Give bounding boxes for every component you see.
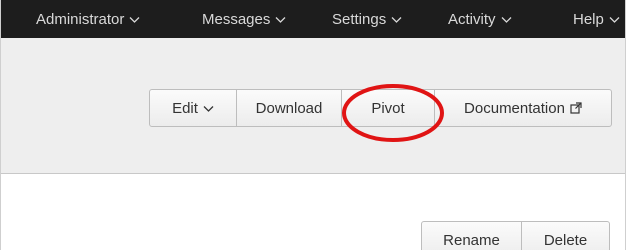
documentation-button[interactable]: Documentation [434, 89, 612, 127]
edit-menu-button[interactable]: Edit [149, 89, 237, 127]
rename-button[interactable]: Rename [421, 221, 522, 250]
delete-button[interactable]: Delete [521, 221, 610, 250]
chevron-down-icon [129, 16, 140, 23]
chevron-down-icon [501, 16, 511, 23]
external-link-icon [570, 102, 582, 114]
nav-menu-administrator[interactable]: Administrator [36, 0, 140, 38]
nav-label-activity: Activity [448, 10, 496, 28]
nav-label-administrator: Administrator [36, 10, 125, 28]
chevron-down-icon [609, 16, 620, 23]
nav-label-messages: Messages [202, 10, 271, 28]
nav-menu-activity[interactable]: Activity [448, 0, 512, 38]
object-actions: Rename Delete [421, 221, 610, 250]
top-navigation-bar: Administrator Messages Settings Activity… [1, 0, 625, 38]
nav-label-help: Help [573, 10, 604, 28]
rename-label: Rename [443, 231, 500, 249]
pivot-label: Pivot [371, 99, 405, 117]
app-frame: Administrator Messages Settings Activity… [0, 0, 626, 250]
nav-menu-settings[interactable]: Settings [332, 0, 402, 38]
chevron-down-icon [275, 16, 286, 23]
documentation-label: Documentation [464, 99, 565, 117]
edit-label: Edit [172, 99, 198, 117]
download-label: Download [255, 99, 323, 117]
download-button[interactable]: Download [236, 89, 342, 127]
delete-label: Delete [543, 231, 588, 249]
nav-menu-help[interactable]: Help [573, 0, 620, 38]
pivot-button[interactable]: Pivot [341, 89, 435, 127]
nav-label-settings: Settings [332, 10, 387, 28]
view-toolbar: Edit Download Pivot Documentation [149, 89, 612, 127]
chevron-down-icon [391, 16, 402, 23]
nav-menu-messages[interactable]: Messages [202, 0, 286, 38]
chevron-down-icon [203, 105, 214, 112]
